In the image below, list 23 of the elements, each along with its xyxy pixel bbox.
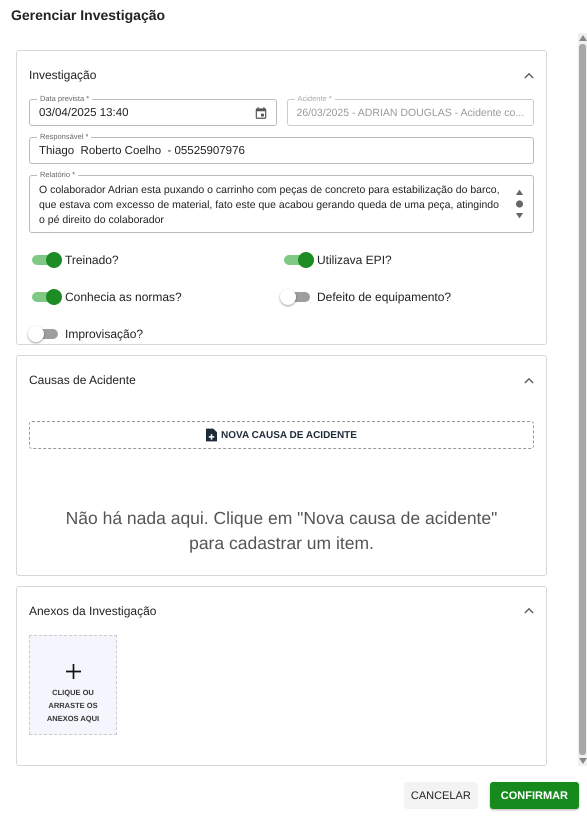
dialog-title: Gerenciar Investigação [10,6,166,25]
panel-title: Anexos da Investigação [29,604,156,618]
scrollbar[interactable] [578,33,587,766]
chevron-icon[interactable] [524,376,534,384]
toggle-label: Treinado? [65,253,119,267]
cancel-button[interactable]: CANCELAR [404,782,478,809]
add-cause-button[interactable]: NOVA CAUSA DE ACIDENTE [29,421,534,449]
toggle-label: Improvisação? [65,327,144,341]
confirm-button[interactable]: CONFIRMAR [490,782,579,809]
empty-message: Não há nada aqui. Clique em "Nova causa de acidente" para cadastrar um item. [64,507,498,555]
scroll-up-icon[interactable] [578,35,586,41]
toggle-label: Conhecia as normas? [65,290,182,304]
panel-title: Investigação [29,68,96,82]
panel-title: Causas de Acidente [29,373,136,387]
scroll-down-icon[interactable] [578,758,586,764]
scroll-arrows-icon[interactable] [515,187,524,221]
file-plus-icon [206,428,218,442]
chevron-icon[interactable] [524,72,534,78]
chevron-icon[interactable] [524,607,534,614]
toggle-label: Defeito de equipamento? [317,290,452,304]
toggle-label: Utilizava EPI? [317,253,392,267]
calendar-icon[interactable] [254,106,268,120]
plus-icon [66,664,80,679]
